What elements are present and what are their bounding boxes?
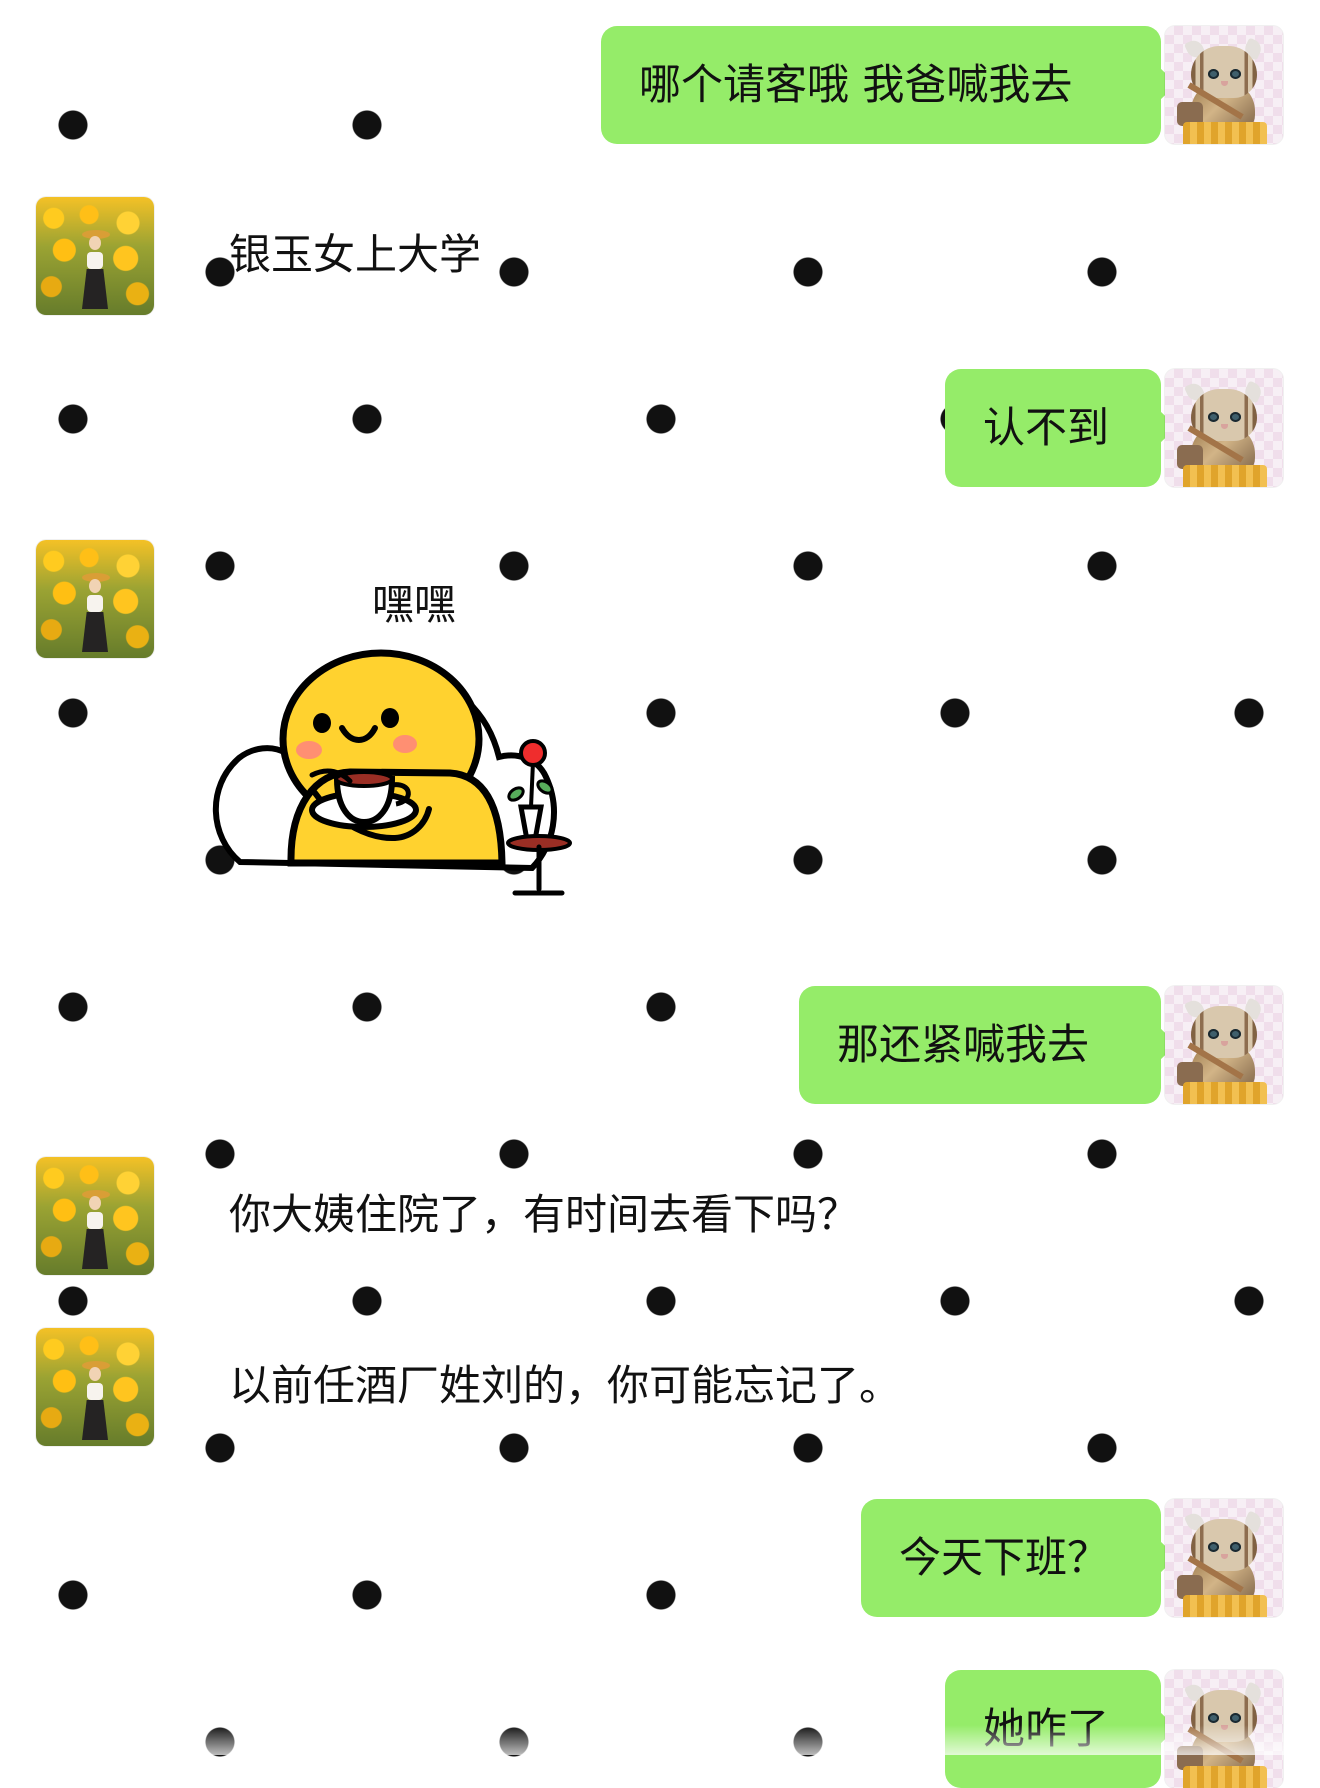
right-cheek (393, 735, 417, 753)
message-bubble[interactable]: 认不到 (945, 369, 1177, 487)
contact-avatar[interactable] (36, 1157, 154, 1275)
contact-avatar[interactable] (36, 540, 154, 658)
sunflower-avatar-icon (80, 230, 110, 312)
rose-icon (519, 739, 547, 767)
my-avatar[interactable] (1165, 986, 1283, 1104)
chat-thread: 哪个请客哦 我爸喊我去 银玉女上大学 认不到 嘿嘿 那还紧喊我去 你大姨住院了，… (0, 0, 1320, 1788)
sunflower-avatar-icon (80, 1190, 110, 1272)
cat-avatar-icon (1165, 1499, 1283, 1617)
sunflower-avatar-icon (80, 573, 110, 655)
message-text[interactable]: 银玉女上大学 (229, 224, 481, 286)
cat-avatar-icon (1165, 369, 1283, 487)
message-bubble[interactable]: 今天下班？ (861, 1499, 1177, 1617)
right-eye (381, 708, 399, 728)
message-text[interactable]: 你大姨住院了，有时间去看下吗？ (229, 1184, 859, 1246)
message-bubble[interactable]: 她咋了 (945, 1670, 1177, 1788)
cat-avatar-icon (1165, 26, 1283, 144)
my-avatar[interactable] (1165, 1670, 1283, 1788)
flower-stem (529, 761, 535, 808)
left-cheek (296, 741, 322, 759)
contact-avatar[interactable] (36, 1328, 154, 1446)
cat-avatar-icon (1165, 986, 1283, 1104)
message-bubble[interactable]: 哪个请客哦 我爸喊我去 (601, 26, 1177, 144)
message-text[interactable]: 以前任酒厂姓刘的，你可能忘记了。 (229, 1355, 901, 1417)
sunflower-avatar-icon (80, 1361, 110, 1443)
my-avatar[interactable] (1165, 26, 1283, 144)
my-avatar[interactable] (1165, 369, 1283, 487)
message-bubble[interactable]: 那还紧喊我去 (799, 986, 1177, 1104)
tea-drinking-sticker[interactable]: 嘿嘿 (196, 566, 586, 904)
cat-avatar-icon (1165, 1670, 1283, 1788)
my-avatar[interactable] (1165, 1499, 1283, 1617)
sticker-text: 嘿嘿 (372, 580, 456, 629)
left-eye (313, 713, 331, 733)
contact-avatar[interactable] (36, 197, 154, 315)
